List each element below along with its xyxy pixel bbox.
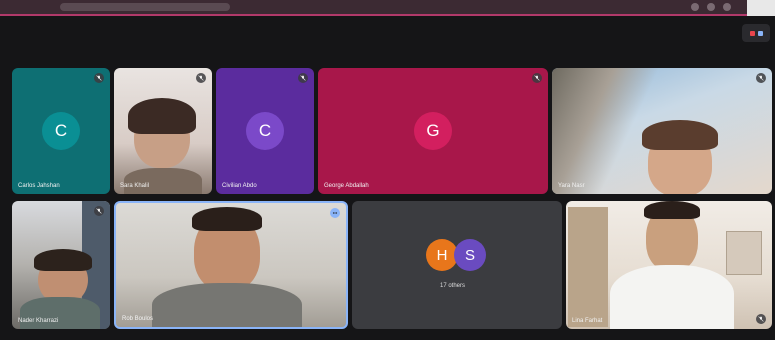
participant-name: Yara Nasr [558, 183, 585, 189]
participant-tile-video-2[interactable]: Sara Khalil [114, 68, 212, 194]
participant-name: Carlos Jahshan [18, 183, 60, 189]
mic-off-icon [196, 73, 206, 83]
participant-name: Civilian Abdo [222, 183, 257, 189]
grid-layout-icon [749, 30, 755, 36]
extension-icon[interactable] [691, 3, 699, 11]
others-count: 17 others [440, 283, 466, 289]
browser-actions [691, 3, 731, 11]
mic-off-icon [94, 73, 104, 83]
participant-tile-civilian[interactable]: C Civilian Abdo [216, 68, 314, 194]
participant-tile-video-6[interactable]: Nader Kharrazi [12, 201, 110, 329]
participant-tile-video-8[interactable]: Lina Farhat [566, 201, 772, 329]
address-bar[interactable] [60, 3, 230, 11]
mic-off-icon [756, 73, 766, 83]
participant-name: Sara Khalil [120, 183, 150, 189]
avatar: G [414, 112, 452, 150]
more-options-icon[interactable] [330, 208, 340, 218]
change-layout-button[interactable] [742, 24, 770, 42]
participant-tile-carlos[interactable]: C Carlos Jahshan [12, 68, 110, 194]
participant-name: Rob Boulos [122, 316, 154, 322]
mic-off-icon [94, 206, 104, 216]
others-avatars: H S [426, 239, 486, 271]
participant-tile-rob[interactable]: Rob Boulos [114, 201, 348, 329]
mic-off-icon [756, 314, 766, 324]
participant-tile-video-5[interactable]: Yara Nasr [552, 68, 772, 194]
mic-off-icon [532, 73, 542, 83]
others-tile[interactable]: H S 17 others [352, 201, 562, 329]
participant-name: George Abdallah [324, 183, 369, 189]
mic-off-icon [298, 73, 308, 83]
bookmark-icon[interactable] [707, 3, 715, 11]
avatar: C [42, 112, 80, 150]
participant-name: Lina Farhat [572, 318, 603, 324]
participant-name: Nader Kharrazi [18, 318, 59, 324]
profile-icon[interactable] [723, 3, 731, 11]
participant-tile-george[interactable]: G George Abdallah [318, 68, 548, 194]
avatar: S [454, 239, 486, 271]
avatar: C [246, 112, 284, 150]
browser-tab-bar [0, 0, 775, 16]
window-corner [747, 0, 775, 16]
